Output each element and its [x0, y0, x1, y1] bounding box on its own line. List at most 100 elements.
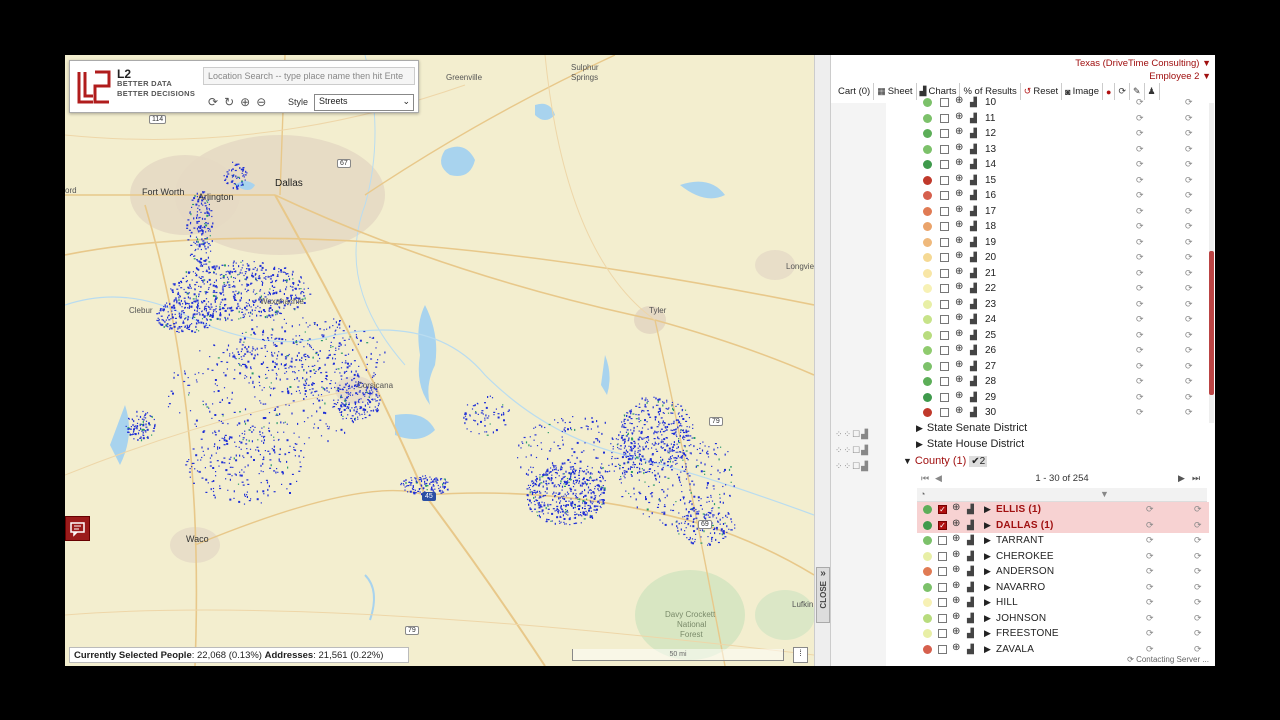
bar-chart-icon[interactable]: ▟ [967, 520, 974, 531]
county-row[interactable]: ✓ ⊕ ▟ ▶ DALLAS (1) ⟳ ⟳ [917, 517, 1209, 533]
county-checkbox[interactable] [938, 536, 947, 546]
target-icon[interactable]: ⊕ [952, 642, 960, 653]
county-checkbox[interactable] [938, 567, 947, 577]
district-row[interactable]: ⊕ ▟ 19 ⟳ ⟳ [923, 235, 1213, 250]
target-icon[interactable]: ⊕ [955, 328, 963, 339]
district-row[interactable]: ⊕ ▟ 15 ⟳ ⟳ [923, 173, 1213, 188]
district-row[interactable]: ⊕ ▟ 13 ⟳ ⟳ [923, 142, 1213, 157]
triangle-right-icon[interactable]: ▶ [984, 504, 991, 515]
bar-chart-icon[interactable]: ▟ [970, 190, 977, 201]
target-icon[interactable]: ⊕ [955, 157, 963, 168]
county-checkbox[interactable] [938, 629, 947, 639]
district-row[interactable]: ⊕ ▟ 10 ⟳ ⟳ [923, 95, 1213, 110]
district-row[interactable]: ⊕ ▟ 22 ⟳ ⟳ [923, 281, 1213, 296]
triangle-right-icon[interactable]: ▶ [984, 535, 991, 546]
district-row[interactable]: ⊕ ▟ 27 ⟳ ⟳ [923, 359, 1213, 374]
map-view[interactable]: Dallas Fort Worth Arlington Greenville S… [65, 55, 814, 666]
triangle-right-icon[interactable]: ▶ [984, 582, 991, 593]
district-row[interactable]: ⊕ ▟ 23 ⟳ ⟳ [923, 297, 1213, 312]
triangle-right-icon[interactable]: ▶ [984, 520, 991, 531]
county-row[interactable]: ⊕ ▟ ▶ NAVARRO ⟳ ⟳ [917, 580, 1209, 596]
bar-chart-icon[interactable]: ▟ [967, 644, 974, 655]
bar-chart-icon[interactable]: ▟ [967, 582, 974, 593]
bar-chart-icon[interactable]: ▟ [967, 566, 974, 577]
district-checkbox[interactable] [940, 160, 949, 169]
district-row[interactable]: ⊕ ▟ 29 ⟳ ⟳ [923, 390, 1213, 405]
district-checkbox[interactable] [940, 330, 949, 340]
target-icon[interactable]: ⊕ [955, 126, 963, 137]
district-checkbox[interactable] [940, 222, 949, 231]
style-select[interactable]: Streets ⌄ [314, 94, 414, 111]
target-icon[interactable]: ⊕ [955, 235, 963, 246]
bar-chart-icon[interactable]: ▟ [970, 113, 977, 124]
triangle-right-icon[interactable]: ▶ [984, 613, 991, 624]
target-icon[interactable]: ⊕ [952, 595, 960, 606]
county-row[interactable]: ✓ ⊕ ▟ ▶ ELLIS (1) ⟳ ⟳ [917, 502, 1209, 518]
district-checkbox[interactable] [940, 361, 949, 371]
triangle-right-icon[interactable]: ▶ [984, 566, 991, 577]
district-row[interactable]: ⊕ ▟ 12 ⟳ ⟳ [923, 126, 1213, 141]
target-icon[interactable]: ⊕ [955, 204, 963, 215]
target-icon[interactable]: ⊕ [955, 281, 963, 292]
state-senate-section[interactable]: ▶ State Senate District [916, 422, 1027, 434]
palette-icon[interactable]: ◔ [920, 489, 925, 499]
county-row[interactable]: ⊕ ▟ ▶ TARRANT ⟳ ⟳ [917, 533, 1209, 549]
filter-dropdown-icon[interactable]: ▼ [1100, 489, 1109, 499]
bar-chart-icon[interactable]: ▟ [970, 268, 977, 279]
target-icon[interactable]: ⊕ [955, 297, 963, 308]
next-page-icon[interactable]: ▶ [1178, 473, 1185, 484]
zoom-out-icon[interactable]: ⊖ [256, 95, 266, 109]
district-row[interactable]: ⊕ ▟ 18 ⟳ ⟳ [923, 219, 1213, 234]
target-icon[interactable]: ⊕ [955, 111, 963, 122]
district-checkbox[interactable] [940, 315, 949, 324]
county-row[interactable]: ⊕ ▟ ▶ FREESTONE ⟳ ⟳ [917, 626, 1209, 642]
bar-chart-icon[interactable]: ▟ [967, 504, 974, 515]
target-icon[interactable]: ⊕ [955, 173, 963, 184]
district-row[interactable]: ⊕ ▟ 30 ⟳ ⟳ [923, 405, 1213, 420]
bar-chart-icon[interactable]: ▟ [970, 299, 977, 310]
bar-chart-icon[interactable]: ▟ [970, 283, 977, 294]
district-checkbox[interactable] [940, 253, 949, 262]
bar-chart-icon[interactable]: ▟ [970, 345, 977, 356]
bar-chart-icon[interactable]: ▟ [970, 237, 977, 248]
target-icon[interactable]: ⊕ [952, 549, 960, 560]
target-icon[interactable]: ⊕ [952, 502, 960, 513]
county-row[interactable]: ⊕ ▟ ▶ CHEROKEE ⟳ ⟳ [917, 549, 1209, 565]
triangle-right-icon[interactable]: ▶ [984, 597, 991, 608]
target-icon[interactable]: ⊕ [952, 580, 960, 591]
bar-chart-icon[interactable]: ▟ [970, 407, 977, 418]
district-checkbox[interactable] [940, 299, 949, 309]
target-icon[interactable]: ⊕ [952, 611, 960, 622]
county-checkbox[interactable] [938, 551, 947, 561]
sheet-button[interactable]: ▦ Sheet [874, 83, 917, 100]
state-house-section[interactable]: ▶ State House District [916, 438, 1024, 450]
district-checkbox[interactable] [940, 268, 949, 278]
target-icon[interactable]: ⊕ [955, 312, 963, 323]
district-checkbox[interactable] [940, 129, 949, 138]
bar-chart-icon[interactable]: ▟ [970, 376, 977, 387]
district-row[interactable]: ⊕ ▟ 17 ⟳ ⟳ [923, 204, 1213, 219]
district-row[interactable]: ⊕ ▟ 25 ⟳ ⟳ [923, 328, 1213, 343]
target-icon[interactable]: ⊕ [955, 142, 963, 153]
county-checkbox[interactable] [938, 582, 947, 592]
county-row-icons[interactable]: ⁘⁘☐▟ [835, 461, 869, 472]
bar-chart-icon[interactable]: ▟ [970, 175, 977, 186]
county-row[interactable]: ⊕ ▟ ▶ JOHNSON ⟳ ⟳ [917, 611, 1209, 627]
district-checkbox[interactable] [940, 144, 949, 154]
district-checkbox[interactable] [940, 377, 949, 386]
county-checkbox[interactable] [938, 644, 947, 654]
bar-chart-icon[interactable]: ▟ [970, 392, 977, 403]
house-row-icons[interactable]: ⁘⁘☐▟ [835, 445, 869, 456]
bar-chart-icon[interactable]: ▟ [967, 628, 974, 639]
district-row[interactable]: ⊕ ▟ 28 ⟳ ⟳ [923, 374, 1213, 389]
district-checkbox[interactable] [940, 206, 949, 216]
bar-chart-icon[interactable]: ▟ [967, 551, 974, 562]
account-selector[interactable]: Texas (DriveTime Consulting) ▼ [1075, 57, 1211, 70]
location-search-input[interactable]: Location Search -- type place name then … [203, 67, 415, 85]
scrollbar-thumb[interactable] [1209, 251, 1214, 395]
cart-button[interactable]: Cart (0) [835, 83, 875, 100]
district-checkbox[interactable] [940, 191, 949, 200]
bar-chart-icon[interactable]: ▟ [970, 97, 977, 108]
prev-page-icon[interactable]: ◀ [935, 473, 942, 484]
district-checkbox[interactable] [940, 408, 949, 417]
